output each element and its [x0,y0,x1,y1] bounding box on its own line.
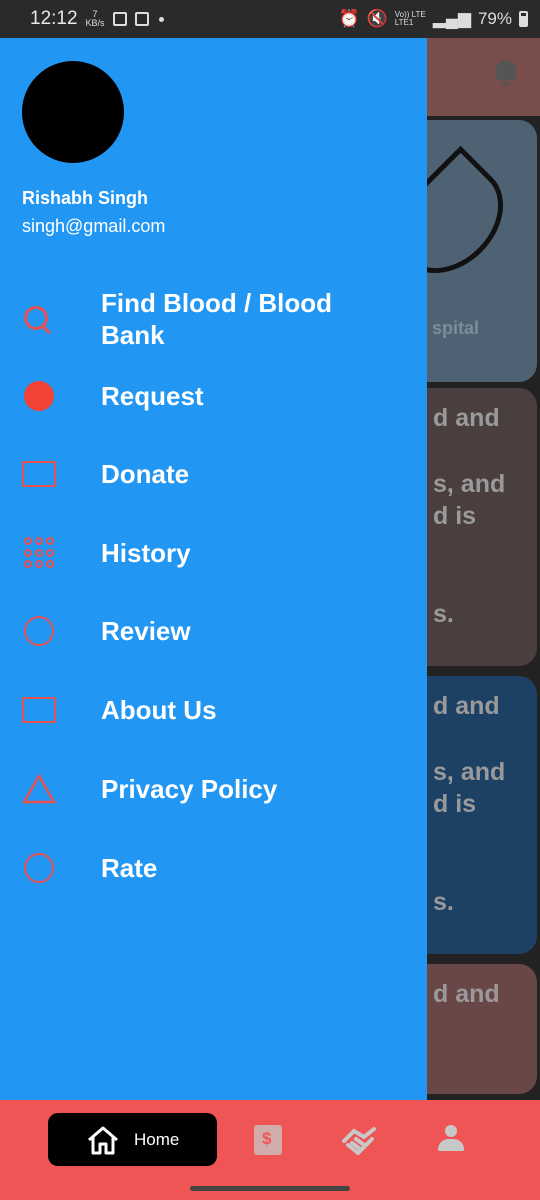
avatar[interactable] [22,61,124,163]
menu-item-label: Privacy Policy [101,774,278,804]
menu-item-label: History [101,538,191,568]
grid-icon [24,537,56,569]
battery-percent: 79% [477,9,512,28]
card-text-line: d and [433,692,500,720]
user-name: Rishabh Singh [22,188,148,208]
circle-icon [24,853,54,883]
home-icon [86,1125,120,1155]
signal-label-bottom: LTE1 [394,18,414,27]
document-icon[interactable] [254,1125,282,1155]
menu-item-request[interactable]: Request [0,365,427,427]
nav-home-button[interactable]: Home [48,1113,217,1166]
bottom-navigation: Home [0,1100,540,1200]
battery-icon [519,11,528,27]
card-text-line: d and [433,404,500,432]
rectangle-icon [22,697,56,723]
alarm-icon: ⏰ [338,9,360,28]
network-speed-unit: KB/s [85,18,105,28]
mute-icon: 🔇 [366,9,388,28]
menu-item-review[interactable]: Review [0,600,427,662]
menu-item-privacy-policy[interactable]: Privacy Policy [0,758,427,820]
menu-item-label: Find Blood / Blood Bank [101,288,333,350]
notification-bell-icon[interactable] [494,60,518,86]
menu-item-label: Donate [101,459,190,489]
signal-bars-icon: ▂▄▆ [432,9,471,28]
status-time: 12:12 [30,8,78,29]
card-text-line: d and [433,980,500,1008]
menu-item-rate[interactable]: Rate [0,837,427,899]
menu-item-label: Request [101,381,204,411]
menu-item-find-blood[interactable]: Find Blood / Blood Bank [0,284,427,354]
person-icon[interactable] [438,1125,464,1155]
app-notification-icon [134,12,149,26]
image-icon [112,12,127,26]
gesture-bar[interactable] [190,1186,350,1191]
menu-item-label: About Us [101,695,217,725]
card-text-line: d is [433,790,477,818]
triangle-icon [21,773,57,804]
filled-circle-icon [24,381,54,411]
user-email: singh@gmail.com [22,216,166,236]
menu-item-history[interactable]: History [0,522,427,584]
card-text-line: d is [433,502,477,530]
menu-item-label: Rate [101,853,158,883]
more-notifications-icon [158,16,164,22]
nav-home-label: Home [134,1129,180,1149]
card-text-line: s, and [433,758,506,786]
card-text-line: s. [433,888,454,916]
search-icon [22,304,56,334]
card-text-line: s, and [433,470,506,498]
status-bar: 12:12 7 KB/s ⏰ 🔇 Vo)) LTE LTE1 ▂▄▆ 79% [0,0,540,38]
navigation-drawer: Rishabh Singh singh@gmail.com Find Blood… [0,38,427,1100]
circle-icon [24,616,54,646]
network-speed: 7 KB/s [86,10,105,28]
card-caption: spital [431,318,479,338]
menu-item-label: Review [101,616,191,646]
menu-item-about-us[interactable]: About Us [0,679,427,741]
card-text-line: s. [433,600,454,628]
handshake-icon[interactable] [342,1125,376,1156]
rectangle-icon [22,461,56,487]
menu-item-donate[interactable]: Donate [0,443,427,505]
signal-label: Vo)) LTE LTE1 [395,11,426,27]
